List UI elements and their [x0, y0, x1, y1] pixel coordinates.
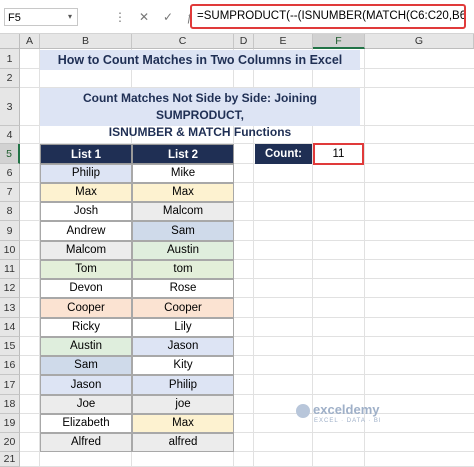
row-header-1[interactable]: 1: [0, 49, 20, 69]
list1-header[interactable]: List 1: [40, 144, 132, 164]
count-value-cell[interactable]: 11: [313, 143, 364, 165]
list2-cell[interactable]: Sam: [132, 221, 234, 241]
list2-cell[interactable]: Mike: [132, 164, 234, 183]
row-header-20[interactable]: 20: [0, 433, 20, 452]
row-header-6[interactable]: 6: [0, 164, 20, 183]
column-header-g[interactable]: G: [365, 34, 474, 49]
list1-cell[interactable]: Joe: [40, 395, 132, 414]
list2-cell[interactable]: Austin: [132, 241, 234, 260]
list2-cell[interactable]: Cooper: [132, 298, 234, 318]
list2-cell[interactable]: joe: [132, 395, 234, 414]
list1-cell[interactable]: Tom: [40, 260, 132, 279]
watermark-name: exceldemy: [313, 402, 380, 417]
subtitle-line-2: ISNUMBER & MATCH Functions: [108, 125, 292, 139]
more-options-icon[interactable]: ⋮: [108, 8, 132, 26]
row-header-13[interactable]: 13: [0, 298, 20, 318]
list2-cell[interactable]: Kity: [132, 356, 234, 375]
list1-cell[interactable]: Elizabeth: [40, 414, 132, 433]
list1-cell[interactable]: Ricky: [40, 318, 132, 337]
sheet-title: How to Count Matches in Two Columns in E…: [40, 50, 360, 70]
exceldemy-watermark: exceldemy EXCEL · DATA · BI: [296, 402, 382, 424]
row-header-14[interactable]: 14: [0, 318, 20, 337]
row-header-7[interactable]: 7: [0, 183, 20, 202]
row-header-5[interactable]: 5: [0, 144, 20, 164]
row-header-15[interactable]: 15: [0, 337, 20, 356]
sheet-subtitle: Count Matches Not Side by Side: Joining …: [40, 88, 360, 139]
watermark-tagline: EXCEL · DATA · BI: [314, 417, 382, 424]
list2-cell[interactable]: Max: [132, 183, 234, 202]
list1-cell[interactable]: Philip: [40, 164, 132, 183]
row-header-2[interactable]: 2: [0, 69, 20, 88]
name-box-dropdown-icon[interactable]: ▾: [68, 8, 72, 26]
list2-header[interactable]: List 2: [132, 144, 234, 164]
list1-cell[interactable]: Sam: [40, 356, 132, 375]
list2-cell[interactable]: Malcom: [132, 202, 234, 221]
enter-icon[interactable]: ✓: [156, 8, 180, 26]
list2-cell[interactable]: Rose: [132, 279, 234, 298]
name-box[interactable]: F5: [4, 8, 78, 26]
column-header-b[interactable]: B: [40, 34, 132, 49]
row-header-9[interactable]: 9: [0, 221, 20, 241]
list1-cell[interactable]: Alfred: [40, 433, 132, 452]
row-header-4[interactable]: 4: [0, 126, 20, 144]
row-header-16[interactable]: 16: [0, 356, 20, 375]
list2-cell[interactable]: Lily: [132, 318, 234, 337]
list1-cell[interactable]: Josh: [40, 202, 132, 221]
row-header-21[interactable]: 21: [0, 452, 20, 467]
list1-cell[interactable]: Jason: [40, 375, 132, 395]
list1-cell[interactable]: Devon: [40, 279, 132, 298]
cancel-icon[interactable]: ✕: [132, 8, 156, 26]
list2-cell[interactable]: Max: [132, 414, 234, 433]
list2-cell[interactable]: tom: [132, 260, 234, 279]
list1-cell[interactable]: Malcom: [40, 241, 132, 260]
column-header-d[interactable]: D: [234, 34, 254, 49]
column-header-e[interactable]: E: [254, 34, 313, 49]
column-header-c[interactable]: C: [132, 34, 234, 49]
row-header-11[interactable]: 11: [0, 260, 20, 279]
list2-cell[interactable]: Jason: [132, 337, 234, 356]
select-all-corner[interactable]: [0, 34, 20, 49]
list1-cell[interactable]: Andrew: [40, 221, 132, 241]
count-label[interactable]: Count:: [255, 144, 312, 164]
column-header-a[interactable]: A: [20, 34, 40, 49]
row-header-8[interactable]: 8: [0, 202, 20, 221]
row-header-17[interactable]: 17: [0, 375, 20, 395]
list2-cell[interactable]: alfred: [132, 433, 234, 452]
formula-input[interactable]: =SUMPRODUCT(--(ISNUMBER(MATCH(C6:C20,B6:…: [190, 4, 466, 29]
row-header-18[interactable]: 18: [0, 395, 20, 414]
row-header-10[interactable]: 10: [0, 241, 20, 260]
subtitle-line-1: Count Matches Not Side by Side: Joining …: [82, 91, 317, 122]
row-header-19[interactable]: 19: [0, 414, 20, 433]
row-header-3[interactable]: 3: [0, 88, 20, 126]
list1-cell[interactable]: Max: [40, 183, 132, 202]
list1-cell[interactable]: Austin: [40, 337, 132, 356]
formula-bar: F5 ▾ ⋮✕✓fx =SUMPRODUCT(--(ISNUMBER(MATCH…: [0, 0, 474, 34]
exceldemy-logo-icon: [296, 403, 310, 418]
list1-cell[interactable]: Cooper: [40, 298, 132, 318]
list2-cell[interactable]: Philip: [132, 375, 234, 395]
column-header-f[interactable]: F: [313, 34, 365, 49]
row-header-12[interactable]: 12: [0, 279, 20, 298]
